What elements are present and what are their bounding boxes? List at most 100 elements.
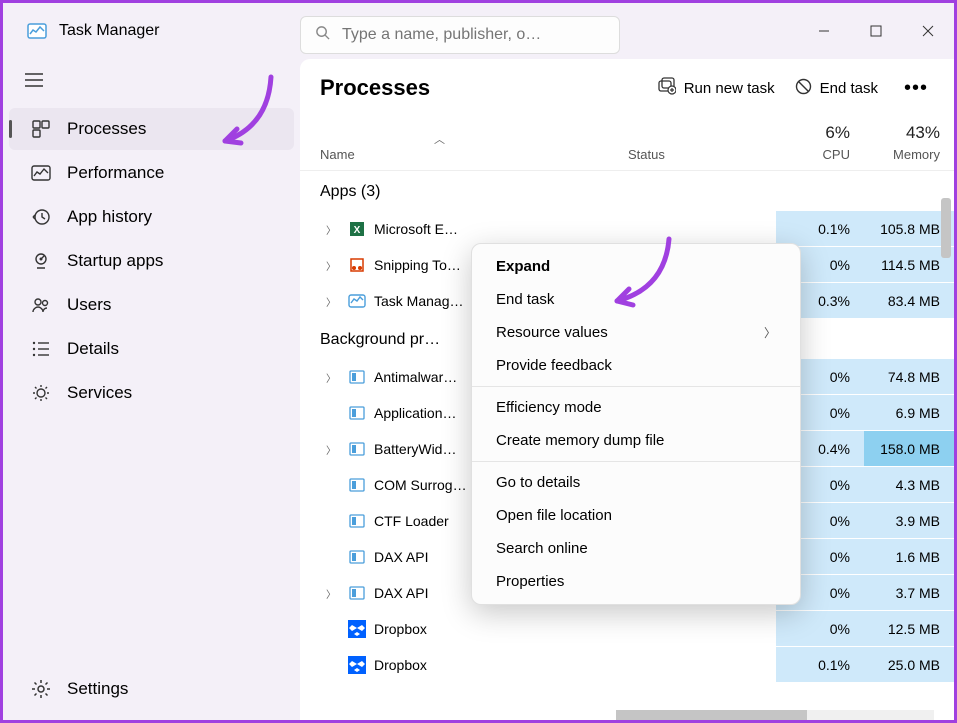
- sidebar-item-label: Details: [67, 339, 119, 359]
- process-icon: X: [348, 220, 366, 238]
- search-box[interactable]: [300, 16, 620, 54]
- process-name: DAX API: [374, 549, 428, 565]
- process-icon: [348, 404, 366, 422]
- sidebar-item-details[interactable]: Details: [9, 328, 294, 370]
- hamburger-menu[interactable]: [3, 63, 300, 106]
- process-memory: 12.5 MB: [864, 611, 954, 647]
- close-button[interactable]: [902, 11, 954, 51]
- process-name: BatteryWid…: [374, 441, 456, 457]
- context-menu-separator: [472, 386, 800, 387]
- run-new-task-button[interactable]: Run new task: [658, 77, 775, 99]
- process-memory: 158.0 MB: [864, 431, 954, 467]
- sidebar-item-users[interactable]: Users: [9, 284, 294, 326]
- app-title: Task Manager: [59, 22, 160, 40]
- sidebar-item-history[interactable]: App history: [9, 196, 294, 238]
- process-name: Dropbox: [374, 621, 427, 637]
- sidebar-item-label: Performance: [67, 163, 164, 183]
- performance-icon: [31, 163, 51, 183]
- end-task-button[interactable]: End task: [795, 78, 878, 99]
- task-manager-app-icon: [27, 21, 47, 41]
- search-icon: [315, 25, 330, 45]
- end-task-icon: [795, 78, 812, 99]
- sidebar-item-services[interactable]: Services: [9, 372, 294, 414]
- process-memory: 6.9 MB: [864, 395, 954, 431]
- context-menu-item[interactable]: Create memory dump file: [472, 424, 800, 457]
- context-menu-item[interactable]: Efficiency mode: [472, 391, 800, 424]
- process-memory: 74.8 MB: [864, 359, 954, 395]
- process-memory: 83.4 MB: [864, 283, 954, 319]
- context-menu-item[interactable]: End task: [472, 283, 800, 316]
- group-header: Apps (3): [300, 171, 954, 211]
- vertical-scrollbar-thumb[interactable]: [941, 198, 951, 258]
- sidebar-item-settings[interactable]: Settings: [9, 668, 294, 710]
- sidebar-item-processes[interactable]: Processes: [9, 108, 294, 150]
- expander-icon[interactable]: 〉: [326, 370, 340, 385]
- process-name: Application…: [374, 405, 457, 421]
- expander-icon[interactable]: 〉: [326, 442, 340, 457]
- page-title: Processes: [320, 75, 430, 101]
- process-cpu: 0.1%: [776, 211, 864, 247]
- process-memory: 1.6 MB: [864, 539, 954, 575]
- process-icon: [348, 440, 366, 458]
- process-name: CTF Loader: [374, 513, 449, 529]
- process-icon: [348, 368, 366, 386]
- process-row[interactable]: Dropbox 0.1%25.0 MB: [300, 647, 954, 683]
- expander-icon[interactable]: 〉: [326, 258, 340, 273]
- process-icon: [348, 656, 366, 674]
- process-icon: [348, 256, 366, 274]
- sidebar-item-label: Processes: [67, 119, 146, 139]
- column-cpu[interactable]: 6% CPU: [776, 123, 864, 162]
- process-name: Microsoft E…: [374, 221, 458, 237]
- context-menu-item[interactable]: Properties: [472, 565, 800, 598]
- context-menu-item[interactable]: Open file location: [472, 499, 800, 532]
- processes-icon: [31, 119, 51, 139]
- sidebar: Processes Performance App history Startup a…: [3, 59, 300, 720]
- column-name[interactable]: ︿ Name: [320, 147, 628, 162]
- process-cpu: 0%: [776, 611, 864, 647]
- sort-caret-icon: ︿: [434, 131, 445, 147]
- process-icon: [348, 620, 366, 638]
- expander-icon[interactable]: 〉: [326, 294, 340, 309]
- horizontal-scrollbar[interactable]: [616, 710, 934, 720]
- process-name: Snipping To…: [374, 257, 461, 273]
- process-name: Task Manag…: [374, 293, 463, 309]
- process-name: Dropbox: [374, 657, 427, 673]
- context-menu-item[interactable]: Provide feedback: [472, 349, 800, 382]
- run-new-task-icon: [658, 77, 676, 99]
- sidebar-item-label: Users: [67, 295, 111, 315]
- sidebar-item-performance[interactable]: Performance: [9, 152, 294, 194]
- search-input[interactable]: [342, 26, 605, 44]
- process-row[interactable]: 〉XMicrosoft E…0.1%105.8 MB: [300, 211, 954, 247]
- process-cpu: 0.1%: [776, 647, 864, 683]
- context-menu-item[interactable]: Expand: [472, 250, 800, 283]
- settings-icon: [31, 679, 51, 699]
- sidebar-item-label: Services: [67, 383, 132, 403]
- more-options-button[interactable]: •••: [898, 77, 934, 100]
- sidebar-item-startup[interactable]: Startup apps: [9, 240, 294, 282]
- context-menu-item[interactable]: Resource values〉: [472, 316, 800, 349]
- expander-icon[interactable]: 〉: [326, 222, 340, 237]
- expander-icon[interactable]: 〉: [326, 586, 340, 601]
- context-menu-item[interactable]: Go to details: [472, 466, 800, 499]
- process-name: COM Surrog…: [374, 477, 467, 493]
- sidebar-item-label: Startup apps: [67, 251, 163, 271]
- context-menu: ExpandEnd taskResource values〉Provide fe…: [471, 243, 801, 605]
- column-headers: ︿ Name Status 6% CPU 43% Memory: [300, 115, 954, 171]
- process-icon: [348, 512, 366, 530]
- column-status[interactable]: Status: [628, 147, 776, 162]
- process-icon: [348, 476, 366, 494]
- process-name: Antimalwar…: [374, 369, 457, 385]
- sidebar-item-label: Settings: [67, 679, 128, 699]
- process-memory: 3.9 MB: [864, 503, 954, 539]
- history-icon: [31, 207, 51, 227]
- minimize-button[interactable]: [798, 11, 850, 51]
- process-icon: [348, 292, 366, 310]
- maximize-button[interactable]: [850, 11, 902, 51]
- services-icon: [31, 383, 51, 403]
- context-menu-item[interactable]: Search online: [472, 532, 800, 565]
- column-memory[interactable]: 43% Memory: [864, 123, 954, 162]
- process-icon: [348, 584, 366, 602]
- process-row[interactable]: Dropbox 0%12.5 MB: [300, 611, 954, 647]
- process-memory: 25.0 MB: [864, 647, 954, 683]
- sidebar-item-label: App history: [67, 207, 152, 227]
